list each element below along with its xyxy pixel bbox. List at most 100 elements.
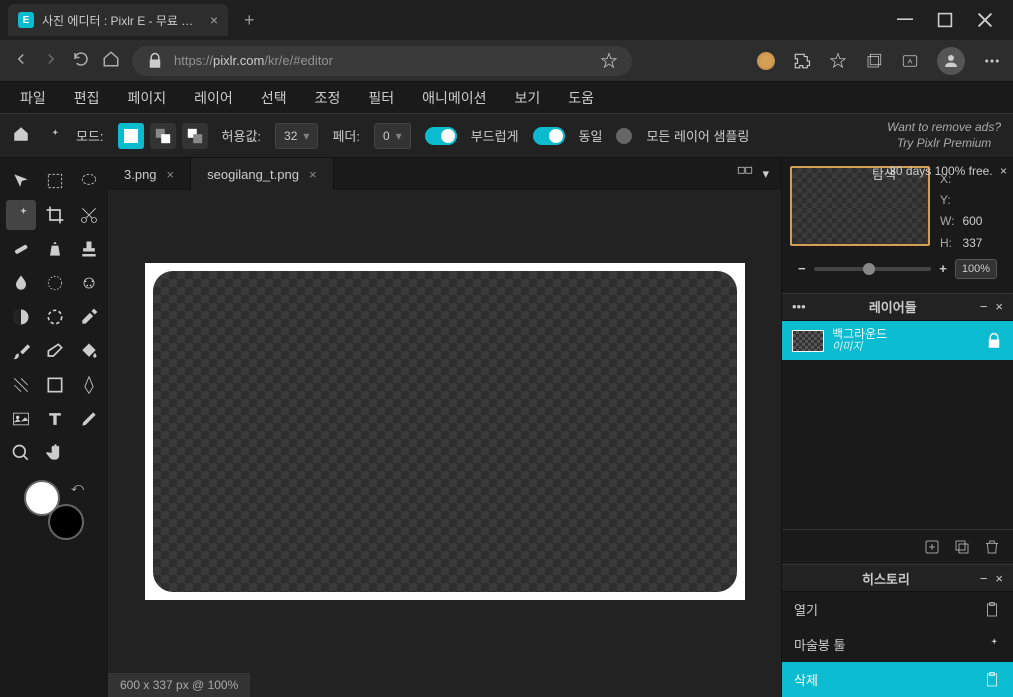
tool-brush[interactable]	[6, 336, 36, 366]
home-icon[interactable]	[12, 125, 30, 146]
layer-actions	[782, 529, 1013, 564]
minimize-button[interactable]	[897, 12, 913, 28]
menu-view[interactable]: 보기	[515, 88, 541, 108]
lock-icon	[146, 52, 164, 70]
new-tab-button[interactable]: +	[236, 10, 263, 31]
mode-add[interactable]	[150, 123, 176, 149]
menu-page[interactable]: 페이지	[128, 88, 167, 108]
tool-stamp[interactable]	[74, 234, 104, 264]
browser-tab[interactable]: E 사진 에디터 : Pixlr E - 무료 이미지 ×	[8, 4, 228, 36]
canvas[interactable]	[145, 263, 745, 600]
tool-wand[interactable]	[6, 200, 36, 230]
tool-pen[interactable]	[74, 370, 104, 400]
tool-frame[interactable]	[6, 404, 36, 434]
tool-dodge[interactable]	[6, 302, 36, 332]
zoom-value[interactable]: 100%	[955, 259, 997, 279]
tool-text[interactable]	[40, 404, 70, 434]
screenshot-icon[interactable]: A	[901, 52, 919, 70]
close-panel-icon[interactable]: ×	[995, 571, 1003, 586]
magic-wand-icon[interactable]	[44, 127, 62, 145]
doc-tab-2[interactable]: seogilang_t.png ×	[191, 158, 333, 190]
ads-banner[interactable]: Want to remove ads? Try Pixlr Premium	[887, 120, 1001, 151]
lock-icon[interactable]	[985, 332, 1003, 350]
swap-colors-icon[interactable]: ⤺	[71, 480, 84, 495]
menu-animation[interactable]: 애니메이션	[422, 88, 486, 108]
foreground-color[interactable]	[24, 480, 60, 516]
menu-help[interactable]: 도움	[568, 88, 594, 108]
add-layer-icon[interactable]	[923, 538, 941, 556]
duplicate-layer-icon[interactable]	[953, 538, 971, 556]
same-toggle[interactable]	[533, 127, 565, 145]
mode-subtract[interactable]	[182, 123, 208, 149]
tool-smudge[interactable]	[74, 268, 104, 298]
history-item[interactable]: 삭제	[782, 662, 1013, 697]
tool-sponge[interactable]	[40, 302, 70, 332]
tool-cut[interactable]	[74, 200, 104, 230]
right-panels: 30 days 100% free. × 탐색 X: Y: W:600 H:33…	[781, 158, 1013, 697]
cookie-icon[interactable]	[757, 52, 775, 70]
minimize-panel-icon[interactable]: −	[980, 571, 988, 586]
menu-layer[interactable]: 레이어	[194, 88, 233, 108]
reload-button[interactable]	[72, 50, 90, 71]
history-item[interactable]: 마술봉 툴	[782, 627, 1013, 662]
more-icon[interactable]	[983, 52, 1001, 70]
tool-sharpen[interactable]	[40, 268, 70, 298]
zoom-out-button[interactable]: −	[798, 261, 806, 276]
tool-fill[interactable]	[74, 336, 104, 366]
close-icon[interactable]: ×	[210, 12, 218, 28]
tool-eraser[interactable]	[40, 336, 70, 366]
tool-heal[interactable]	[6, 234, 36, 264]
canvas-area[interactable]	[108, 190, 781, 673]
tool-lasso[interactable]	[74, 166, 104, 196]
panel-menu-icon[interactable]: •••	[792, 299, 806, 314]
menu-edit[interactable]: 편집	[74, 88, 100, 108]
close-panel-icon[interactable]: ×	[995, 299, 1003, 314]
close-icon[interactable]: ×	[1000, 164, 1007, 178]
menu-file[interactable]: 파일	[20, 88, 46, 108]
mode-new[interactable]	[118, 123, 144, 149]
tolerance-input[interactable]: 32 ▾	[275, 123, 318, 149]
tool-shape[interactable]	[40, 370, 70, 400]
all-layers-radio[interactable]	[616, 128, 632, 144]
layer-item[interactable]: 백그라운드 이미지	[782, 321, 1013, 361]
feather-label: 페더:	[332, 126, 360, 145]
delete-layer-icon[interactable]	[983, 538, 1001, 556]
tool-blur[interactable]	[6, 268, 36, 298]
tool-pen2[interactable]	[74, 404, 104, 434]
close-icon[interactable]: ×	[309, 167, 317, 182]
favorites-bar-icon[interactable]	[829, 52, 847, 70]
menu-adjust[interactable]: 조정	[315, 88, 341, 108]
collections-icon[interactable]	[865, 52, 883, 70]
extensions-icon[interactable]	[793, 52, 811, 70]
tool-marquee[interactable]	[40, 166, 70, 196]
trial-banner[interactable]: 30 days 100% free. ×	[889, 164, 1007, 178]
menu-filter[interactable]: 필터	[368, 88, 394, 108]
close-icon[interactable]: ×	[167, 167, 175, 182]
tool-eyedropper[interactable]	[74, 302, 104, 332]
workspace: 3.png × seogilang_t.png × ▾ 600 x 337 px…	[108, 158, 781, 697]
url-input[interactable]: https://pixlr.com/kr/e/#editor	[132, 46, 632, 76]
history-item[interactable]: 열기	[782, 592, 1013, 627]
tool-gradient[interactable]	[6, 370, 36, 400]
profile-button[interactable]	[937, 47, 965, 75]
smooth-toggle[interactable]	[425, 127, 457, 145]
back-button[interactable]	[12, 50, 30, 71]
tool-crop[interactable]	[40, 200, 70, 230]
tool-clone[interactable]	[40, 234, 70, 264]
zoom-slider[interactable]	[814, 267, 932, 271]
tool-hand[interactable]	[40, 438, 70, 468]
doc-tab-1[interactable]: 3.png ×	[108, 158, 191, 190]
layout-button[interactable]: ▾	[724, 158, 781, 190]
menu-select[interactable]: 선택	[261, 88, 287, 108]
close-window-button[interactable]	[977, 12, 993, 28]
minimize-panel-icon[interactable]: −	[980, 299, 988, 314]
maximize-button[interactable]	[937, 12, 953, 28]
tool-move[interactable]	[6, 166, 36, 196]
feather-input[interactable]: 0 ▾	[374, 123, 411, 149]
tool-zoom[interactable]	[6, 438, 36, 468]
home-button[interactable]	[102, 50, 120, 71]
zoom-in-button[interactable]: +	[939, 261, 947, 276]
navigator-thumbnail[interactable]	[790, 166, 930, 246]
favorite-icon[interactable]	[600, 52, 618, 70]
forward-button[interactable]	[42, 50, 60, 71]
